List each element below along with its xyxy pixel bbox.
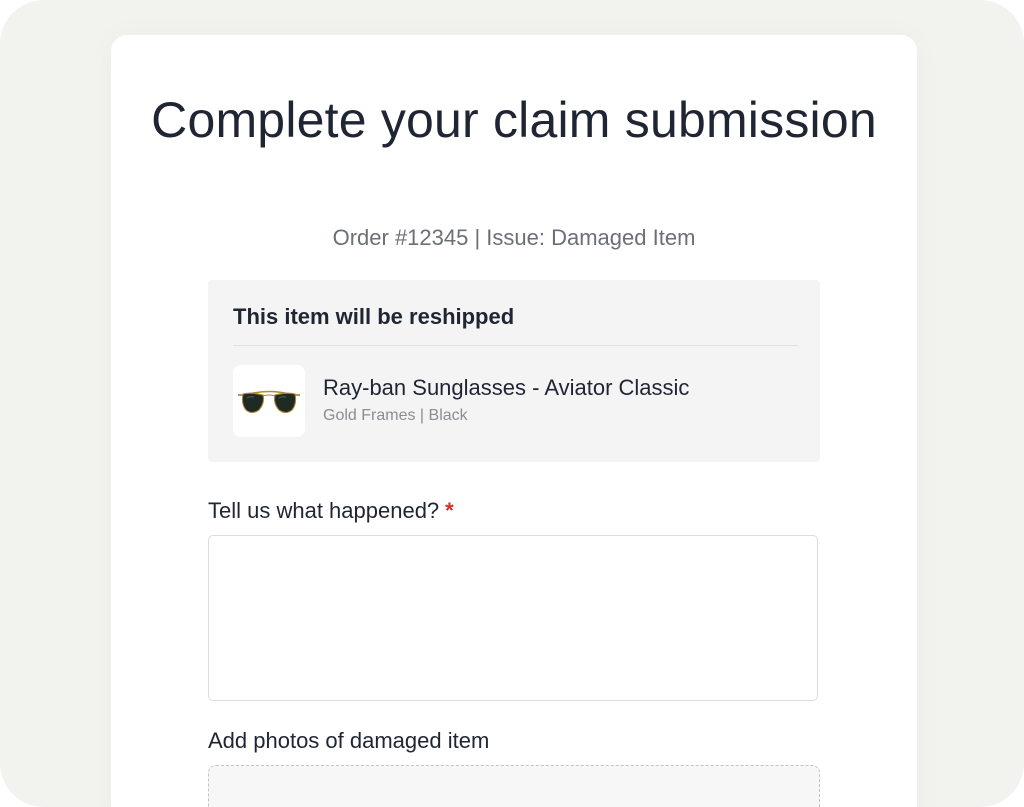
product-thumbnail [233, 365, 305, 437]
page-frame: Complete your claim submission Order #12… [0, 0, 1024, 807]
what-happened-input[interactable] [208, 535, 818, 701]
product-variant: Gold Frames | Black [323, 407, 468, 424]
photos-label: Add photos of damaged item [208, 728, 490, 753]
page-title: Complete your claim submission [151, 92, 877, 148]
order-subtitle: Order #12345 | Issue: Damaged Item [332, 225, 696, 250]
aviator-sunglasses-icon [238, 390, 300, 414]
claim-card: Complete your claim submission Order #12… [111, 35, 917, 807]
divider [233, 345, 798, 346]
what-happened-label-text: Tell us what happened? [208, 498, 440, 523]
required-marker: * [445, 498, 454, 523]
reship-heading: This item will be reshipped [233, 304, 515, 329]
product-name: Ray-ban Sunglasses - Aviator Classic [323, 375, 690, 400]
reship-panel: This item will be reshipped Ray-ban Sung… [208, 280, 820, 462]
photo-upload-dropzone[interactable] [208, 765, 820, 807]
what-happened-label: Tell us what happened? * [208, 498, 454, 524]
